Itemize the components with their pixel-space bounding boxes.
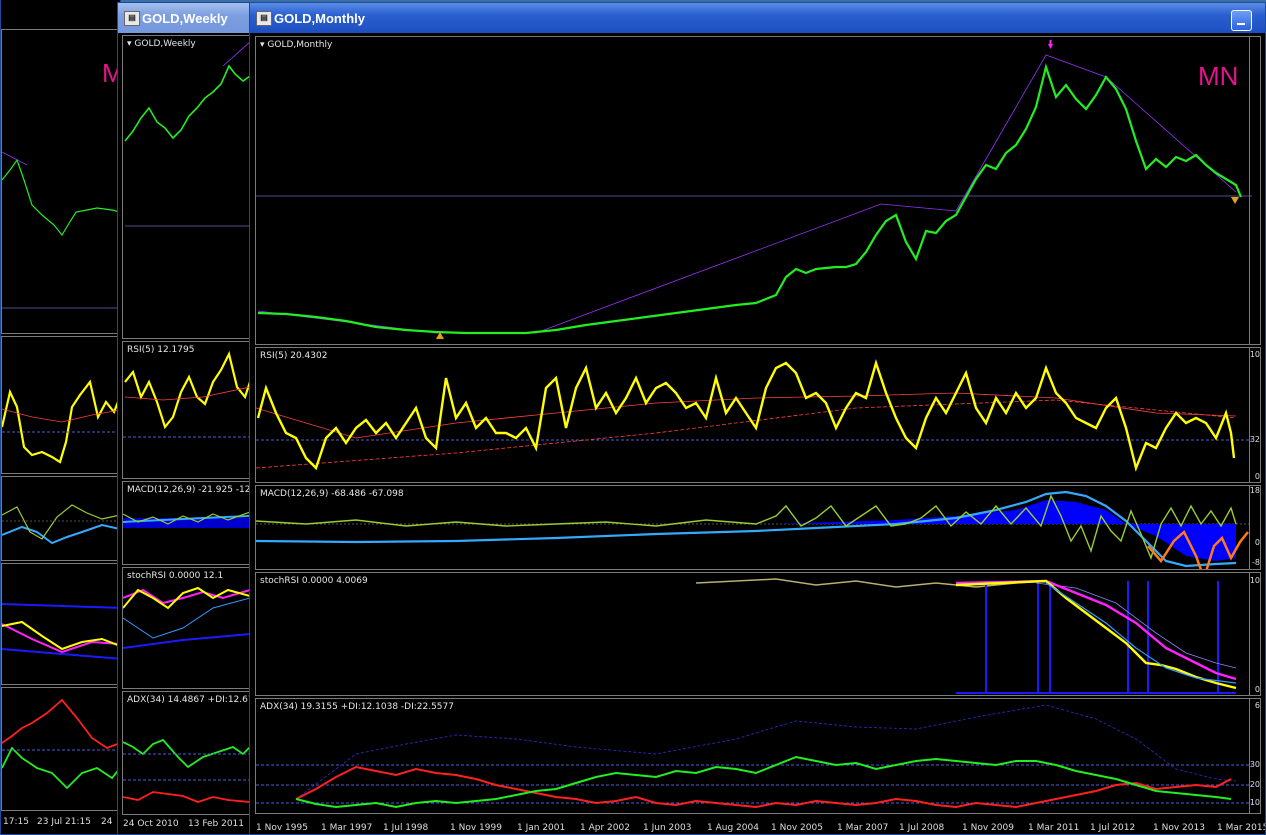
rsi-tick-mid: 32 — [1249, 435, 1260, 444]
adx-tick-0: 6 — [1254, 701, 1260, 710]
x-label-14: 1 Nov 2013 — [1153, 823, 1205, 833]
weekly-rsi-pane[interactable]: RSI(5) 12.1795 — [122, 341, 250, 479]
left-x-label-1: 23 Jul 21:15 — [37, 817, 91, 827]
monthly-rsi-yaxis: 10 32 0 — [1249, 348, 1260, 482]
rsi-tick-bottom: 0 — [1254, 472, 1260, 481]
adx-tick-1: 30 — [1249, 760, 1260, 769]
x-label-13: 1 Jul 2012 — [1090, 823, 1136, 833]
monthly-adx-pane[interactable]: ADX(34) 19.3155 +DI:12.1038 -DI:22.5577 … — [255, 698, 1261, 814]
x-label-3: 1 Nov 1999 — [450, 823, 502, 833]
monthly-adx-chart — [256, 704, 1252, 809]
left-adx-chart — [2, 698, 120, 790]
monthly-rsi-chart — [256, 358, 1252, 472]
weekly-stoch-pane[interactable]: stochRSI 0.0000 12.1 — [122, 567, 250, 689]
monthly-window-title: GOLD,Monthly — [274, 11, 365, 26]
monthly-price-chart — [256, 40, 1252, 339]
monthly-stoch-yaxis: 10 0 — [1249, 573, 1260, 695]
rsi-tick-top: 10 — [1249, 350, 1260, 359]
weekly-price-chart — [124, 42, 249, 227]
x-label-1: 1 Mar 1997 — [321, 823, 373, 833]
left-macd-chart — [2, 504, 120, 545]
left-price-chart — [2, 151, 120, 309]
weekly-adx-chart — [123, 738, 249, 803]
left-rsi-pane[interactable] — [1, 336, 120, 474]
left-macd-pane[interactable] — [1, 476, 120, 561]
left-stoch-chart — [2, 603, 120, 660]
chart-window-icon: ▤ — [124, 11, 140, 26]
macd-tick-bottom: -8 — [1252, 558, 1260, 567]
weekly-chart-window[interactable]: ▤ GOLD,Weekly ▾ GOLD,Weekly RSI(5) 12.17… — [117, 2, 253, 835]
weekly-macd-chart — [123, 511, 249, 528]
monthly-rsi-pane[interactable]: RSI(5) 20.4302 10 32 0 — [255, 347, 1261, 483]
monthly-stoch-chart — [695, 578, 1237, 694]
weekly-stoch-chart — [123, 586, 249, 649]
macd-tick-top: 18 — [1249, 486, 1260, 495]
left-x-label-2: 24 — [101, 817, 113, 827]
adx-tick-3: 10 — [1249, 798, 1260, 807]
chart-window-icon: ▤ — [256, 11, 272, 26]
x-label-0: 1 Nov 1995 — [256, 823, 308, 833]
left-stoch-pane[interactable] — [1, 563, 120, 685]
monthly-macd-yaxis: 18 0 -8 — [1249, 486, 1260, 569]
left-chart-window[interactable]: M 17:15 — [0, 0, 121, 835]
weekly-rsi-chart — [123, 350, 249, 438]
monthly-adx-yaxis: 6 30 20 10 — [1249, 699, 1260, 813]
weekly-macd-pane[interactable]: MACD(12,26,9) -21.925 -12. — [122, 481, 250, 565]
macd-tick-mid: 0 — [1254, 538, 1260, 547]
stoch-tick-top: 10 — [1249, 576, 1260, 585]
monthly-price-pane[interactable]: ▾ GOLD,Monthly MN — [255, 36, 1261, 345]
monthly-macd-chart — [256, 490, 1252, 569]
left-adx-pane[interactable] — [1, 687, 120, 811]
x-label-12: 1 Mar 2011 — [1028, 823, 1080, 833]
left-x-label-0: 17:15 — [3, 817, 29, 827]
weekly-window-title: GOLD,Weekly — [142, 11, 228, 26]
weekly-x-label-1: 13 Feb 2011 — [188, 819, 245, 829]
x-label-7: 1 Aug 2004 — [707, 823, 759, 833]
x-label-9: 1 Mar 2007 — [837, 823, 889, 833]
minimize-icon — [1237, 23, 1245, 25]
monthly-macd-pane[interactable]: MACD(12,26,9) -68.486 -67.098 18 0 -8 — [255, 485, 1261, 570]
monthly-titlebar[interactable]: ▤ GOLD,Monthly — [250, 3, 1265, 33]
minimize-button[interactable] — [1231, 10, 1252, 31]
stoch-tick-bottom: 0 — [1254, 685, 1260, 694]
monthly-price-yaxis — [1249, 37, 1260, 344]
x-label-2: 1 Jul 1998 — [383, 823, 429, 833]
x-label-5: 1 Apr 2002 — [580, 823, 630, 833]
weekly-titlebar[interactable]: ▤ GOLD,Weekly — [118, 3, 252, 33]
x-label-15: 1 Mar 2015 — [1217, 823, 1266, 833]
x-label-6: 1 Jun 2003 — [643, 823, 692, 833]
x-label-8: 1 Nov 2005 — [771, 823, 823, 833]
monthly-x-axis: 1 Nov 1995 1 Mar 1997 1 Jul 1998 1 Nov 1… — [255, 815, 1265, 833]
monthly-stoch-pane[interactable]: stochRSI 0.0000 4.0069 10 0 — [255, 572, 1261, 696]
adx-tick-2: 20 — [1249, 780, 1260, 789]
x-label-4: 1 Jan 2001 — [517, 823, 566, 833]
x-label-11: 1 Nov 2009 — [962, 823, 1014, 833]
left-rsi-chart — [2, 379, 120, 464]
weekly-x-label-0: 24 Oct 2010 — [123, 819, 179, 829]
weekly-price-pane[interactable]: ▾ GOLD,Weekly — [122, 35, 250, 339]
x-label-10: 1 Jul 2008 — [899, 823, 945, 833]
weekly-adx-pane[interactable]: ADX(34) 14.4867 +DI:12.67 — [122, 691, 250, 815]
monthly-chart-window[interactable]: ▤ GOLD,Monthly ▾ GOLD,Monthly MN RSI(5) … — [249, 2, 1266, 835]
left-price-pane[interactable]: M — [1, 29, 120, 334]
